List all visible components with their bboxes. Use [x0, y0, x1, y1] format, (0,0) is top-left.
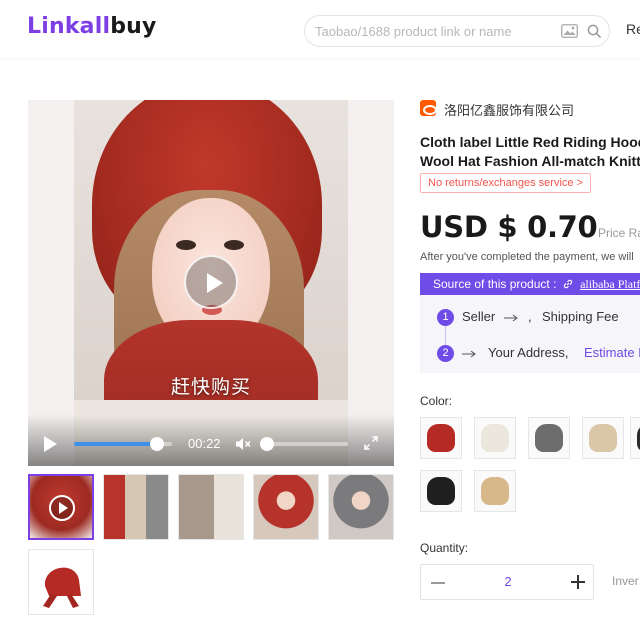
flow-address: Your Address, — [488, 345, 569, 360]
product-title: Cloth label Little Red Riding Hood A Woo… — [420, 133, 640, 171]
flow-shipping-fee: Shipping Fee — [542, 309, 619, 324]
step-number: 1 — [437, 309, 454, 326]
hat-shape — [535, 424, 563, 452]
image-search-icon[interactable] — [561, 24, 578, 38]
source-label: Source of this product : — [433, 277, 557, 291]
quantity-label: Quantity: — [420, 541, 469, 555]
arrow-right-icon — [504, 314, 518, 322]
eye-shape — [224, 240, 244, 250]
color-swatch[interactable] — [420, 417, 462, 459]
thumbnail-image[interactable] — [103, 474, 169, 540]
inventory-label: Inver — [612, 574, 639, 588]
color-label: Color: — [420, 394, 453, 408]
color-swatch[interactable] — [582, 417, 624, 459]
alibaba-icon — [420, 100, 437, 116]
search-box — [304, 15, 610, 47]
mute-icon[interactable] — [235, 437, 251, 451]
hat-shape — [427, 424, 455, 452]
logo-text-secondary: buy — [110, 14, 157, 39]
hat-shape — [589, 424, 617, 452]
source-platform-link[interactable]: alibaba Platform — [580, 277, 640, 291]
logo-text-primary: Linkall — [27, 14, 111, 39]
shipping-flow: 1 Seller , Shipping Fee 2 Your Address, … — [420, 295, 640, 373]
thumbnail-image[interactable] — [328, 474, 394, 540]
search-input[interactable] — [315, 21, 545, 41]
link-icon — [563, 279, 572, 289]
step-number: 2 — [437, 345, 454, 362]
video-caption: 赶快购买 — [170, 377, 251, 398]
video-progress-fill — [74, 442, 158, 446]
color-swatch[interactable] — [474, 417, 516, 459]
play-overlay-button[interactable] — [184, 255, 238, 309]
video-progress-handle[interactable] — [150, 437, 165, 451]
color-swatch[interactable] — [420, 470, 462, 512]
flow-estimate-link[interactable]: Estimate I — [584, 345, 640, 360]
product-title-line: Wool Hat Fashion All-match Knitte — [420, 153, 640, 169]
video-time: 00:22 — [188, 436, 221, 451]
color-swatch[interactable] — [528, 417, 570, 459]
quantity-stepper: 2 — [420, 564, 594, 600]
thumbnail-image[interactable] — [253, 474, 319, 540]
color-swatch[interactable] — [474, 470, 516, 512]
site-logo[interactable]: Linkallbuy — [27, 14, 157, 39]
product-title-line: Cloth label Little Red Riding Hood A — [420, 134, 640, 150]
search-icon[interactable] — [587, 24, 601, 38]
seller-name[interactable]: 洛阳亿鑫服饰有限公司 — [444, 100, 574, 119]
price-rate-link[interactable]: Price Ra — [598, 226, 640, 240]
hat-shape — [481, 477, 509, 505]
product-source-bar: Source of this product : alibaba Platfor… — [420, 273, 640, 295]
play-icon — [49, 495, 75, 521]
top-header: Linkallbuy Re — [0, 0, 640, 58]
no-return-badge[interactable]: No returns/exchanges service > — [420, 173, 591, 193]
quantity-value[interactable]: 2 — [491, 574, 525, 589]
eye-shape — [176, 240, 196, 250]
product-price: USD $ 0.70 — [420, 210, 598, 244]
header-nav-link[interactable]: Re — [626, 21, 640, 37]
step-connector — [445, 326, 446, 346]
video-progress-bar[interactable] — [74, 437, 172, 451]
minus-icon[interactable] — [431, 582, 445, 584]
hat-shape — [427, 477, 455, 505]
play-icon[interactable] — [44, 436, 57, 452]
payment-note: After you've completed the payment, we w… — [420, 251, 634, 263]
volume-handle[interactable] — [260, 437, 274, 451]
volume-slider[interactable] — [260, 437, 348, 451]
thumbnail-video[interactable] — [28, 474, 94, 540]
video-controls: 00:22 — [28, 414, 394, 466]
flow-seller: Seller — [462, 309, 496, 324]
thumbnail-image[interactable] — [28, 549, 94, 615]
arrow-right-icon — [462, 350, 476, 358]
thumbnail-image[interactable] — [178, 474, 244, 540]
hat-shape — [481, 424, 509, 452]
fullscreen-icon[interactable] — [364, 436, 378, 450]
hat-shape — [43, 567, 81, 608]
plus-icon[interactable] — [577, 575, 579, 589]
product-video-player[interactable]: 赶快购买 00:22 — [28, 100, 394, 466]
color-swatch[interactable] — [630, 417, 640, 459]
flow-separator: , — [528, 309, 532, 324]
